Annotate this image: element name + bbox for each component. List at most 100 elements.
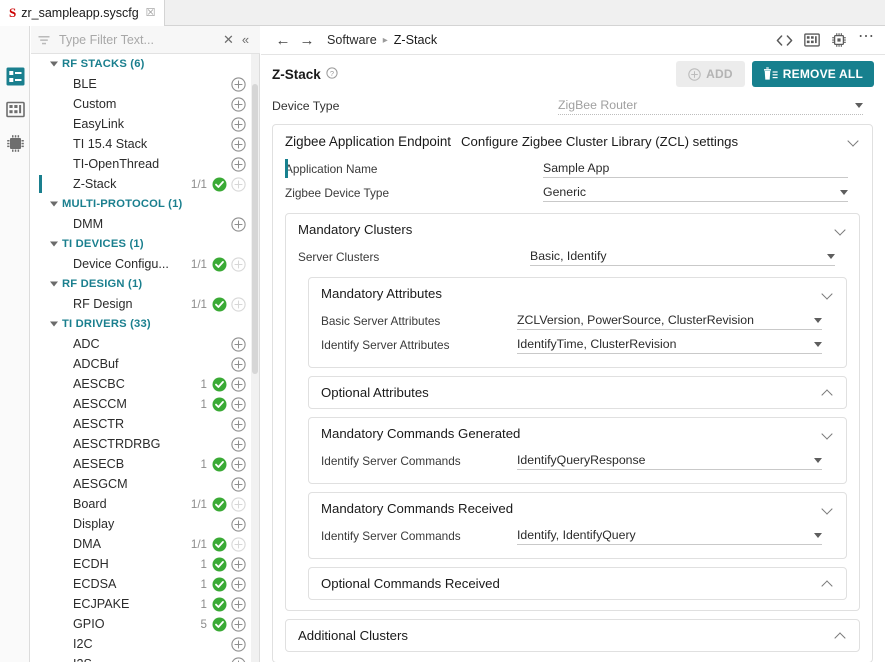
add-module-icon[interactable] [231, 136, 246, 152]
tree-item-add-button[interactable] [231, 656, 246, 662]
add-module-icon[interactable] [231, 296, 246, 312]
tree-item-add-button[interactable] [231, 416, 246, 432]
chevron-up-icon[interactable] [835, 630, 847, 642]
tree-item-aesctr[interactable]: AESCTR [31, 414, 252, 434]
tree-item-dmm[interactable]: DMM [31, 214, 252, 234]
tree-item-ecjpake[interactable]: ECJPAKE 1 [31, 594, 252, 614]
tree-item-add-button[interactable] [231, 176, 246, 192]
tree-item-add-button[interactable] [231, 436, 246, 452]
tree-item-add-button[interactable] [231, 576, 246, 592]
tree-item-aesgcm[interactable]: AESGCM [31, 474, 252, 494]
tree-item-add-button[interactable] [231, 476, 246, 492]
sidebar-scrollbar-thumb[interactable] [252, 84, 258, 374]
add-module-icon[interactable] [231, 656, 246, 662]
chevron-up-icon[interactable] [822, 387, 834, 399]
chevron-up-icon[interactable] [822, 578, 834, 590]
chevron-down-icon[interactable] [822, 428, 834, 440]
field-control[interactable]: IdentifyQueryResponse [517, 453, 822, 470]
tree-item-add-button[interactable] [231, 256, 246, 272]
rail-item-software-configuration[interactable] [6, 67, 25, 86]
tree-item-easylink[interactable]: EasyLink [31, 114, 252, 134]
tree-item-add-button[interactable] [231, 96, 246, 112]
tree-item-add-button[interactable] [231, 296, 246, 312]
add-module-icon[interactable] [231, 336, 246, 352]
tree-group-1[interactable]: MULTI-PROTOCOL (1) [31, 194, 252, 214]
tree-item-z-stack[interactable]: Z-Stack 1/1 [31, 174, 252, 194]
add-module-icon[interactable] [231, 556, 246, 572]
add-module-icon[interactable] [231, 576, 246, 592]
board-grid-icon[interactable] [804, 32, 820, 48]
tree-item-add-button[interactable] [231, 516, 246, 532]
tree-item-add-button[interactable] [231, 216, 246, 232]
tree-item-ecdh[interactable]: ECDH 1 [31, 554, 252, 574]
add-module-icon[interactable] [231, 156, 246, 172]
add-module-icon[interactable] [231, 76, 246, 92]
tree-group-0[interactable]: RF STACKS (6) [31, 54, 252, 74]
add-module-icon[interactable] [231, 256, 246, 272]
tree-item-dma[interactable]: DMA 1/1 [31, 534, 252, 554]
section-header-additional-clusters[interactable]: Additional Clusters [286, 620, 859, 651]
add-module-icon[interactable] [231, 216, 246, 232]
chevron-down-icon[interactable] [822, 503, 834, 515]
tree-item-device-configu[interactable]: Device Configu... 1/1 [31, 254, 252, 274]
tree-item-add-button[interactable] [231, 536, 246, 552]
filter-input[interactable] [51, 32, 220, 47]
tree-item-board[interactable]: Board 1/1 [31, 494, 252, 514]
tree-item-display[interactable]: Display [31, 514, 252, 534]
tree-item-ble[interactable]: BLE [31, 74, 252, 94]
tree-item-custom[interactable]: Custom [31, 94, 252, 114]
add-module-icon[interactable] [231, 356, 246, 372]
collapse-sidebar-icon[interactable]: « [237, 32, 254, 47]
add-button[interactable]: ADD [676, 61, 745, 87]
more-options-icon[interactable]: ⋯ [858, 26, 875, 46]
section-header-mandatory-clusters[interactable]: Mandatory Clusters [286, 214, 859, 245]
tree-item-add-button[interactable] [231, 556, 246, 572]
sidebar-scrollbar-track[interactable] [251, 54, 259, 662]
tree-item-i2s[interactable]: I2S [31, 654, 252, 662]
clear-filter-icon[interactable]: ✕ [220, 32, 237, 48]
tree-item-add-button[interactable] [231, 456, 246, 472]
tree-item-add-button[interactable] [231, 356, 246, 372]
section-header-mandatory-commands-received[interactable]: Mandatory Commands Received [309, 493, 846, 524]
tree-item-adcbuf[interactable]: ADCBuf [31, 354, 252, 374]
add-module-icon[interactable] [231, 596, 246, 612]
tree-item-add-button[interactable] [231, 376, 246, 392]
tree-item-aesccm[interactable]: AESCCM 1 [31, 394, 252, 414]
tree-item-add-button[interactable] [231, 136, 246, 152]
tree-item-add-button[interactable] [231, 596, 246, 612]
add-module-icon[interactable] [231, 516, 246, 532]
tree-item-add-button[interactable] [231, 116, 246, 132]
breadcrumb-item-software[interactable]: Software [327, 33, 377, 47]
chip-icon[interactable] [831, 32, 847, 48]
add-module-icon[interactable] [231, 536, 246, 552]
tree-item-add-button[interactable] [231, 616, 246, 632]
tree-item-add-button[interactable] [231, 336, 246, 352]
endpoint-card-header[interactable]: Zigbee Application Endpoint Configure Zig… [273, 125, 872, 157]
section-header-mandatory-commands-generated[interactable]: Mandatory Commands Generated [309, 418, 846, 449]
add-module-icon[interactable] [231, 636, 246, 652]
section-header-mandatory-attributes[interactable]: Mandatory Attributes [309, 278, 846, 309]
tree-item-gpio[interactable]: GPIO 5 [31, 614, 252, 634]
field-control[interactable]: IdentifyTime, ClusterRevision [517, 337, 822, 354]
tree-item-add-button[interactable] [231, 76, 246, 92]
tree-item-ti-15-4-stack[interactable]: TI 15.4 Stack [31, 134, 252, 154]
tree-item-add-button[interactable] [231, 636, 246, 652]
tree-item-aescbc[interactable]: AESCBC 1 [31, 374, 252, 394]
field-control[interactable]: Identify, IdentifyQuery [517, 528, 822, 545]
tree-item-rf-design[interactable]: RF Design 1/1 [31, 294, 252, 314]
back-button[interactable]: ← [271, 32, 295, 49]
tree-item-ti-openthread[interactable]: TI-OpenThread [31, 154, 252, 174]
chevron-down-icon[interactable] [822, 288, 834, 300]
remove-all-button[interactable]: REMOVE ALL [751, 61, 874, 87]
add-module-icon[interactable] [231, 116, 246, 132]
tree-group-2[interactable]: TI DEVICES (1) [31, 234, 252, 254]
tree-item-i2c[interactable]: I2C [31, 634, 252, 654]
tree-item-add-button[interactable] [231, 496, 246, 512]
tree-item-adc[interactable]: ADC [31, 334, 252, 354]
tree-item-add-button[interactable] [231, 156, 246, 172]
add-module-icon[interactable] [231, 496, 246, 512]
add-module-icon[interactable] [231, 476, 246, 492]
tree-item-ecdsa[interactable]: ECDSA 1 [31, 574, 252, 594]
tree-item-aesecb[interactable]: AESECB 1 [31, 454, 252, 474]
rail-item-device-view[interactable] [6, 134, 25, 153]
